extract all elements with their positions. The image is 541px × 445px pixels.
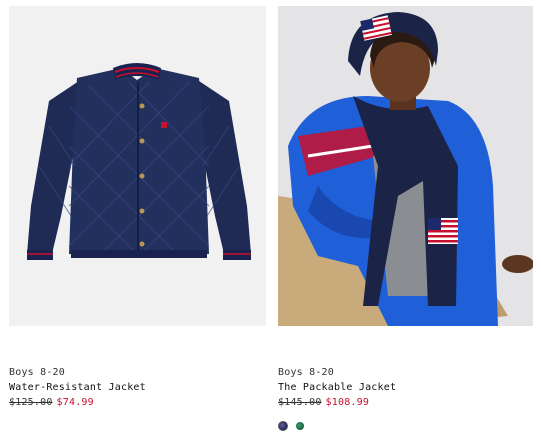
product-category: Boys 8-20 [9,367,65,378]
color-swatch-green[interactable] [296,422,304,430]
color-swatch-navy[interactable] [278,421,288,431]
product-category: Boys 8-20 [278,367,334,378]
sale-price: $108.99 [325,397,370,408]
product-info: Boys 8-20 The Packable Jacket $145.00 $10… [278,366,533,410]
product-info: Boys 8-20 Water-Resistant Jacket $125.00… [9,366,266,410]
product-name-link[interactable]: The Packable Jacket [278,381,533,395]
product-image-packable-jacket[interactable] [278,6,533,326]
color-swatches [278,421,304,431]
product-image-quilted-jacket[interactable] [9,6,266,326]
product-price: $145.00 $108.99 [278,396,533,410]
sale-price: $74.99 [56,397,94,408]
original-price: $125.00 [9,397,53,408]
product-name-link[interactable]: Water-Resistant Jacket [9,381,266,395]
product-price: $125.00 $74.99 [9,396,266,410]
original-price: $145.00 [278,397,322,408]
